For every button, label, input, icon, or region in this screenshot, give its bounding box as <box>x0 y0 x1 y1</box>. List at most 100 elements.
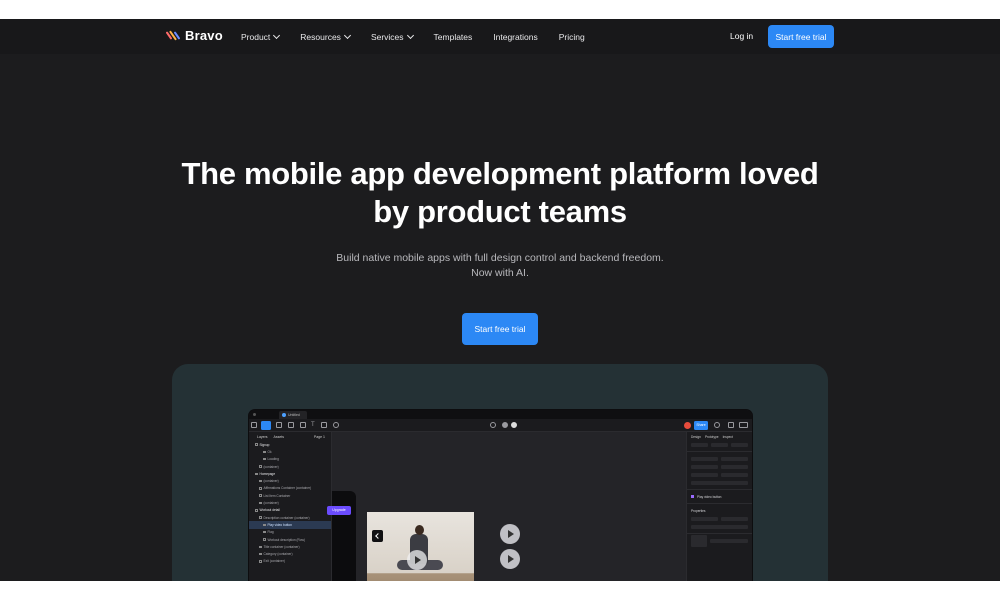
app-screenshot: Untitled T Share Layers Assets Page 1 Si… <box>249 410 752 581</box>
layer-item: (container) <box>249 499 331 506</box>
constraints-row <box>691 534 748 547</box>
layer-label: Category (container) <box>263 552 293 557</box>
yoga-figure-head <box>415 525 424 535</box>
menu-icon <box>251 422 257 428</box>
nav-item-services[interactable]: Services <box>370 31 414 42</box>
upgrade-badge: Upgrade <box>327 506 351 515</box>
headline-line-1: The mobile app development platform love… <box>181 156 819 191</box>
layer-icon <box>255 509 258 512</box>
nav-item-label: Product <box>241 31 271 42</box>
layer-icon <box>263 457 266 461</box>
layer-item: List Item Container <box>249 492 331 499</box>
landing-page: Bravo Product Resources Services Templates I… <box>0 19 1000 581</box>
layer-icon <box>259 465 262 468</box>
app-toolbar: T Share <box>249 419 752 432</box>
layer-list: Signup Ok Loading (container) Homepage (conta… <box>249 441 331 565</box>
layer-icon <box>263 530 266 534</box>
nav-item-resources[interactable]: Resources <box>300 31 351 42</box>
layer-label: Workout detail <box>259 508 280 513</box>
nav-menu: Product Resources Services Templates Integra… <box>241 19 585 54</box>
assets-tab: Assets <box>273 435 285 439</box>
play-button-variant-icon <box>500 524 520 544</box>
properties-tabs: Design Prototype Inspect <box>687 432 752 440</box>
play-icon <box>407 550 427 570</box>
contrast-icon <box>511 422 517 428</box>
rotation-row <box>691 471 748 478</box>
plugin-icon <box>490 422 496 428</box>
brand-logo[interactable]: Bravo <box>165 28 223 43</box>
layer-icon <box>259 560 262 563</box>
zoom-icon <box>739 422 748 428</box>
app-file-tab: Untitled <box>279 411 307 419</box>
layer-label: Flag <box>267 530 274 535</box>
layer-icon <box>255 443 258 446</box>
play-preview-icon <box>714 422 720 428</box>
frame-tool-icon <box>276 422 282 428</box>
clip-row <box>691 479 748 486</box>
login-link[interactable]: Log in <box>730 31 753 41</box>
properties-header: Properties <box>691 508 706 513</box>
layer-item: Signup <box>249 441 331 448</box>
layer-icon <box>263 450 266 454</box>
layer-icon <box>259 545 262 549</box>
shape-tool-icon <box>288 422 294 428</box>
back-arrow-icon <box>372 530 383 542</box>
avatar <box>684 422 691 429</box>
app-tab-bar: Untitled <box>249 410 752 419</box>
component-name: Play video button <box>697 494 722 499</box>
layer-item: (container) <box>249 463 331 470</box>
layer-item: Exit (container) <box>249 558 331 565</box>
nav-item-label: Services <box>370 31 404 42</box>
page-selector: Page 1 <box>313 435 325 439</box>
layer-label: (container) <box>263 501 279 506</box>
layer-label: Play video button <box>267 522 292 527</box>
layer-icon <box>259 479 262 483</box>
layer-label: Exit (container) <box>263 559 285 564</box>
layer-label: Homepage <box>259 471 276 476</box>
theme-toggle-icon <box>502 422 508 428</box>
layer-item: Category (container) <box>249 550 331 557</box>
design-canvas: Upgrade <box>327 432 686 581</box>
layer-icon <box>263 523 266 527</box>
hero-headline: The mobile app development platform love… <box>0 155 1000 231</box>
layers-panel: Layers Assets Page 1 Signup Ok Loading (con… <box>249 432 332 581</box>
nav-item-label: Templates <box>433 31 473 42</box>
nav-item-label: Resources <box>300 31 341 42</box>
headline-line-2: by product teams <box>373 194 627 229</box>
file-icon <box>282 413 286 417</box>
layer-label: Affirmations Container (container) <box>263 486 312 491</box>
layer-icon <box>259 494 262 497</box>
pen-tool-icon <box>300 422 306 428</box>
nav-item-pricing[interactable]: Pricing <box>559 32 585 42</box>
nav-item-integrations[interactable]: Integrations <box>493 32 537 42</box>
share-button: Share <box>694 421 708 430</box>
alignment-row <box>691 441 748 448</box>
component-icon <box>691 495 694 498</box>
layer-item: Description container (container) <box>249 514 331 521</box>
video-thumbnail <box>367 512 474 581</box>
layer-item: Workout description (Row) <box>249 536 331 543</box>
layer-item: (container) <box>249 477 331 484</box>
properties-panel: Design Prototype Inspect Play video butt… <box>686 432 752 581</box>
subtitle-line-1: Build native mobile apps with full desig… <box>336 252 664 264</box>
nav-item-templates[interactable]: Templates <box>434 32 473 42</box>
layer-icon <box>263 538 266 541</box>
layer-icon <box>259 501 262 505</box>
properties-header-row: Properties <box>691 507 748 514</box>
layer-label: Description container (container) <box>263 515 310 520</box>
prototype-tab: Prototype <box>704 435 719 439</box>
hero-start-trial-button[interactable]: Start free trial <box>462 313 538 345</box>
nav-start-trial-button[interactable]: Start free trial <box>768 25 834 48</box>
brand-name: Bravo <box>185 28 223 43</box>
property-row <box>691 523 748 530</box>
position-row <box>691 455 748 462</box>
layers-tab: Layers <box>257 435 268 439</box>
component-row: Play video button <box>691 493 748 500</box>
text-tool-icon: T <box>311 422 315 428</box>
window-dot-icon <box>253 413 256 416</box>
layer-item: Workout detail <box>249 507 331 514</box>
chevron-down-icon <box>343 31 351 39</box>
layer-icon <box>255 472 258 476</box>
nav-item-product[interactable]: Product <box>241 31 281 42</box>
layer-label: Workout description (Row) <box>267 537 306 542</box>
